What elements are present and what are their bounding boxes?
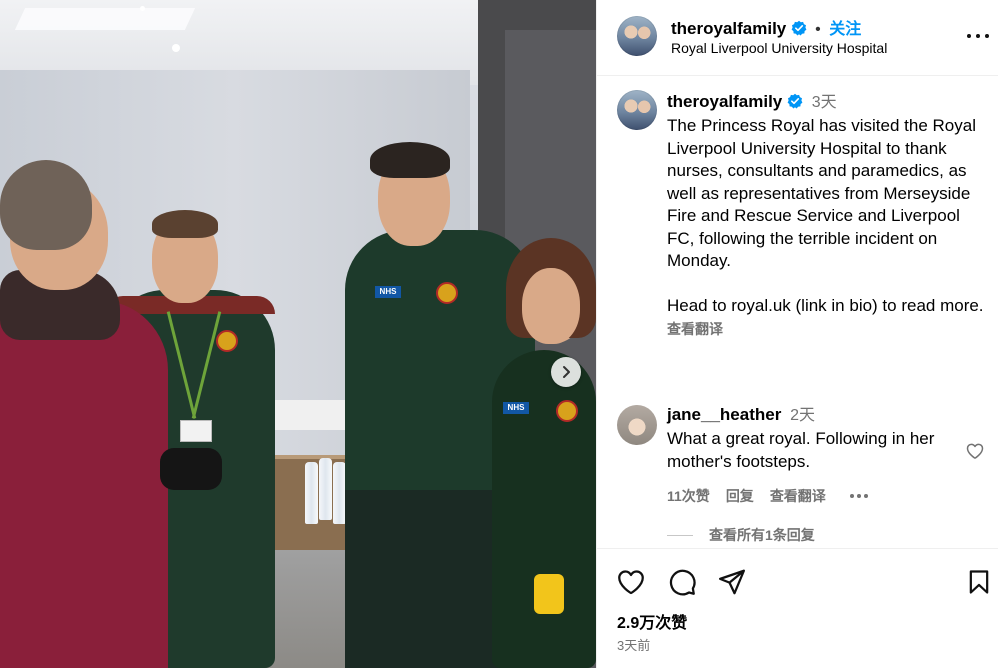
comment-likes[interactable]: 11次赞 xyxy=(667,486,710,506)
comment-text: What a great royal. Following in her mot… xyxy=(667,429,935,471)
more-icon xyxy=(967,34,971,38)
post-likes[interactable]: 2.9万次赞 xyxy=(617,609,687,633)
chevron-right-icon xyxy=(563,366,570,378)
comment: jane__heather 2天 What a great royal. Fol… xyxy=(617,403,989,533)
comment-author-avatar[interactable] xyxy=(617,405,657,445)
bookmark-icon[interactable] xyxy=(965,567,993,597)
comment-time: 2天 xyxy=(790,407,815,424)
author-avatar[interactable] xyxy=(617,16,657,56)
verified-badge-icon xyxy=(791,20,807,36)
caption-time: 3天 xyxy=(811,94,837,111)
heart-icon[interactable] xyxy=(616,567,646,597)
verified-badge-icon xyxy=(787,93,803,109)
post-actions: 2.9万次赞 3天前 xyxy=(597,548,998,668)
post-header: theroyalfamily • 关注 Royal Liverpool Univ… xyxy=(597,0,998,76)
author-username[interactable]: theroyalfamily xyxy=(671,19,786,38)
caption-see-translation[interactable]: 查看翻译 xyxy=(667,319,985,339)
caption-text: The Princess Royal has visited the Royal… xyxy=(667,116,984,315)
comment-author[interactable]: jane__heather xyxy=(667,405,781,424)
more-options-button[interactable] xyxy=(967,26,989,46)
carousel-next-button[interactable] xyxy=(551,357,581,387)
comment-icon[interactable] xyxy=(667,567,697,597)
view-replies-label: 查看所有1条回复 xyxy=(709,527,815,543)
comment-like-heart-icon[interactable] xyxy=(965,441,985,461)
comment-more-icon[interactable] xyxy=(849,494,868,498)
caption-author-avatar[interactable] xyxy=(617,90,657,130)
share-icon[interactable] xyxy=(717,567,747,597)
post-photo[interactable]: NHS NHS NHS xyxy=(0,0,596,668)
post-time[interactable]: 3天前 xyxy=(617,635,650,654)
post-location[interactable]: Royal Liverpool University Hospital xyxy=(671,40,887,56)
post-side-panel: theroyalfamily • 关注 Royal Liverpool Univ… xyxy=(596,0,998,668)
follow-button[interactable]: 关注 xyxy=(829,21,861,38)
caption-author[interactable]: theroyalfamily xyxy=(667,92,782,111)
view-replies-button[interactable]: 查看所有1条回复 xyxy=(667,525,815,545)
comment-reply-button[interactable]: 回复 xyxy=(726,486,754,506)
comment-see-translation[interactable]: 查看翻译 xyxy=(770,486,826,506)
